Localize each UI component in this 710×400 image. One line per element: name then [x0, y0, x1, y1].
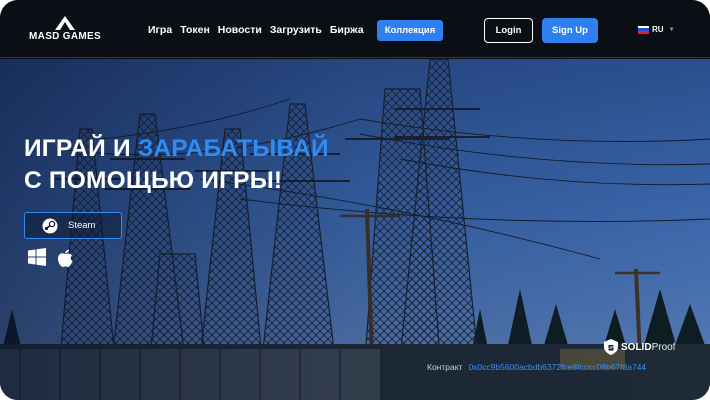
solidproof-bold: SOLID — [621, 341, 652, 353]
windows-icon — [28, 248, 46, 266]
headline-text: ИГРАЙ И — [24, 135, 138, 162]
nav-link-news[interactable]: Новости — [218, 24, 262, 38]
login-button[interactable]: Login — [484, 18, 533, 43]
contract-info: Контракт 0x0cc9b5600acbdb6372fce8fcccc08… — [427, 362, 646, 372]
top-navbar: MASD GAMES Игра Токен Новости Загрузить … — [0, 0, 710, 58]
brand-logo[interactable]: MASD GAMES — [28, 16, 102, 44]
contract-address-link[interactable]: 0x0cc9b5600acbdb6372fce8fcccc08b67f8a744 — [468, 362, 646, 372]
solidproof-badge[interactable]: SOLIDProof — [604, 339, 675, 355]
apple-icon — [58, 249, 73, 267]
language-selector[interactable]: RU ▼ — [638, 25, 675, 34]
app-frame: MASD GAMES Игра Токен Новости Загрузить … — [0, 0, 710, 400]
hero-headline: ИГРАЙ И ЗАРАБАТЫВАЙ С ПОМОЩЬЮ ИГРЫ! — [24, 133, 329, 197]
nav-link-exchange[interactable]: Биржа — [330, 24, 364, 38]
logo-mark-icon — [55, 16, 75, 30]
nav-link-game[interactable]: Игра — [148, 24, 172, 38]
shield-icon — [604, 339, 618, 355]
language-label: RU — [652, 25, 664, 34]
russia-flag-icon — [638, 25, 649, 34]
headline-line-2: С ПОМОЩЬЮ ИГРЫ! — [24, 167, 283, 194]
main-nav: Игра Токен Новости Загрузить Биржа — [148, 24, 364, 38]
steam-icon — [42, 218, 58, 233]
collection-button[interactable]: Коллекция — [377, 20, 443, 41]
chevron-down-icon: ▼ — [668, 26, 675, 33]
headline-line-1: ИГРАЙ И ЗАРАБАТЫВАЙ — [24, 133, 329, 165]
signup-button[interactable]: Sign Up — [542, 18, 598, 43]
logo-text: MASD GAMES — [29, 31, 101, 42]
nav-link-token[interactable]: Токен — [180, 24, 210, 38]
hero-section: ИГРАЙ И ЗАРАБАТЫВАЙ С ПОМОЩЬЮ ИГРЫ! Stea… — [0, 59, 710, 400]
solidproof-light: Proof — [651, 341, 676, 353]
headline-accent: ЗАРАБАТЫВАЙ — [137, 135, 329, 162]
steam-label: Steam — [68, 220, 96, 231]
nav-link-download[interactable]: Загрузить — [270, 24, 322, 38]
contract-label: Контракт — [427, 362, 463, 372]
platform-icons — [28, 248, 74, 268]
solidproof-label: SOLIDProof — [621, 342, 675, 353]
steam-download-button[interactable]: Steam — [24, 212, 122, 239]
